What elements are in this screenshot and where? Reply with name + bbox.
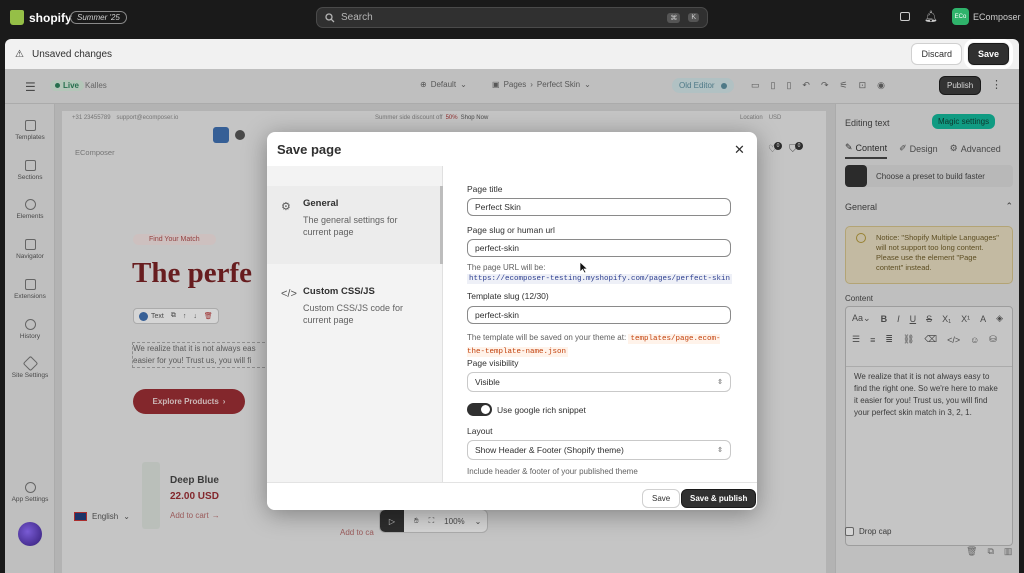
unsaved-changes-bar: ⚠ Unsaved changes Discard Save [5, 39, 1019, 69]
save-button[interactable]: Save [637, 485, 685, 510]
store-name: EComposer [972, 11, 1021, 22]
rich-snippet-toggle[interactable] [467, 403, 492, 416]
close-icon[interactable]: ✕ [734, 142, 745, 158]
select-arrows-icon: ⇳ [717, 447, 723, 454]
slug-label: Page slug or human url [467, 225, 555, 235]
shortcut-key: ⌘ [667, 12, 681, 23]
gear-icon: ⚙ [281, 201, 291, 213]
slug-input[interactable]: perfect-skin [467, 239, 731, 257]
search-placeholder: Search [341, 12, 373, 23]
dialog-body: Page title Perfect Skin Page slug or hum… [467, 166, 733, 482]
store-icon[interactable] [900, 12, 910, 21]
shopify-logo[interactable]: shopify [10, 10, 72, 25]
admin-topbar: shopify Summer '25 Search ⌘ K 🔔︎ ECo ECo… [0, 0, 1024, 35]
url-help: The page URL will be: [467, 263, 546, 272]
search-input[interactable]: Search ⌘ K [316, 7, 708, 28]
warning-icon: ⚠ [15, 48, 24, 60]
template-slug-label: Template slug (12/30) [467, 291, 549, 301]
visibility-label: Page visibility [467, 358, 519, 368]
discard-button[interactable]: Discard [911, 43, 962, 65]
store-avatar: ECo [951, 8, 969, 25]
bell-icon[interactable]: 🔔︎ [924, 10, 938, 23]
search-icon [325, 12, 335, 22]
page-title-label: Page title [467, 184, 503, 194]
layout-select[interactable]: Show Header & Footer (Shopify theme) ⇳ [467, 440, 731, 460]
layout-label: Layout [467, 426, 493, 436]
code-icon: </> [281, 288, 297, 300]
shortcut-key: K [688, 13, 699, 22]
page-title-input[interactable]: Perfect Skin [467, 198, 731, 216]
nav-item-custom-css-js[interactable]: </> Custom CSS/JS Custom CSS/JS code for… [267, 274, 443, 352]
rich-snippet-toggle-row: Use google rich snippet [467, 403, 586, 416]
page-url: https://ecomposer-testing.myshopify.com/… [467, 274, 733, 284]
template-slug-input[interactable]: perfect-skin [467, 306, 731, 324]
edition-badge: Summer '25 [70, 11, 127, 24]
save-button[interactable]: Save [963, 39, 1014, 69]
save-and-publish-button[interactable]: Save & publish [681, 489, 757, 508]
dialog-footer: Save Save & publish [267, 482, 757, 510]
visibility-select[interactable]: Visible ⇳ [467, 372, 731, 392]
save-page-dialog: Save page ✕ ⚙ General The general settin… [267, 132, 757, 510]
shopify-bag-icon [10, 10, 24, 25]
unsaved-message: Unsaved changes [31, 48, 113, 60]
mouse-cursor-icon [579, 261, 589, 274]
brand-name: shopify [29, 10, 72, 25]
template-help: The template will be saved on your theme… [467, 333, 721, 357]
store-switcher[interactable]: ECo EComposer [951, 8, 1021, 25]
dialog-nav: ⚙ General The general settings for curre… [267, 166, 443, 482]
select-arrows-icon: ⇳ [717, 379, 723, 386]
layout-help: Include header & footer of your publishe… [467, 467, 638, 476]
nav-item-general[interactable]: ⚙ General The general settings for curre… [267, 186, 443, 264]
dialog-title: Save page [277, 142, 342, 157]
